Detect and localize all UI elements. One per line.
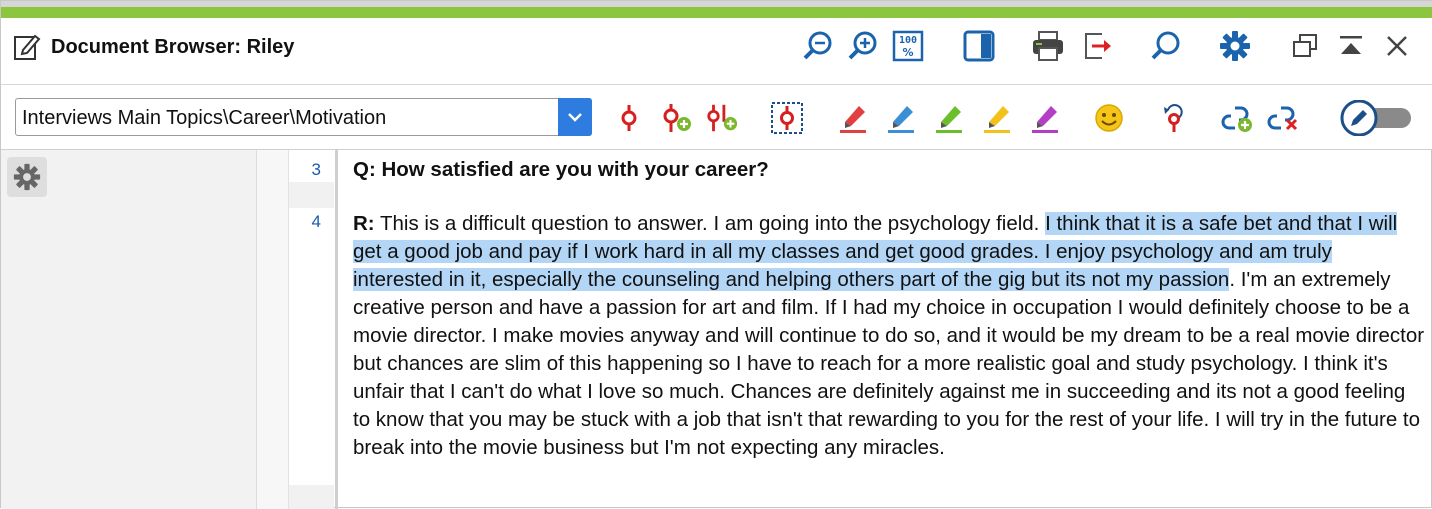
remove-link-icon[interactable] <box>1267 101 1301 135</box>
code-selector-dropdown[interactable]: Interviews Main Topics\Career\Motivation <box>15 98 592 136</box>
highlight-green-icon[interactable] <box>932 101 966 135</box>
settings-icon[interactable] <box>1217 28 1253 64</box>
collapse-icon[interactable] <box>1333 28 1369 64</box>
add-link-icon[interactable] <box>1221 101 1255 135</box>
document-color-bar <box>1 7 1432 18</box>
svg-text:100: 100 <box>899 35 917 46</box>
export-icon[interactable] <box>1080 28 1116 64</box>
undock-icon[interactable] <box>1287 28 1323 64</box>
paragraph-gap <box>289 182 334 208</box>
highlight-yellow-icon[interactable] <box>980 101 1014 135</box>
response-paragraph[interactable]: R: This is a difficult question to answe… <box>353 210 1425 462</box>
response-text-continued: . I'm an extremely creative person and h… <box>353 268 1425 459</box>
highlight-red-icon[interactable] <box>836 101 870 135</box>
paragraph-number: 3 <box>311 160 321 179</box>
highlight-blue-icon[interactable] <box>884 101 918 135</box>
paragraph-number: 4 <box>311 212 321 231</box>
undo-code-icon[interactable] <box>1157 101 1191 135</box>
chevron-down-icon[interactable] <box>558 98 592 136</box>
zoom-in-icon[interactable] <box>844 28 880 64</box>
document-edit-icon <box>13 32 41 62</box>
print-icon[interactable] <box>1030 28 1066 64</box>
code-stripe-panel <box>1 150 257 509</box>
close-icon[interactable] <box>1379 28 1415 64</box>
document-browser-window: Document Browser: Riley 100% Interviews … <box>0 0 1432 509</box>
code-in-vivo-icon[interactable] <box>770 101 804 135</box>
search-icon[interactable] <box>1147 28 1183 64</box>
code-selection-icon[interactable] <box>612 101 646 135</box>
code-selector-value: Interviews Main Topics\Career\Motivation <box>22 107 387 129</box>
memo-column <box>257 150 289 509</box>
gear-icon <box>13 163 41 191</box>
document-content-area: 3 4 Q: How satisfied are you with your c… <box>1 150 1432 509</box>
code-add-icon[interactable] <box>705 101 739 135</box>
question-paragraph[interactable]: Q: How satisfied are you with your caree… <box>353 158 769 182</box>
highlight-purple-icon[interactable] <box>1028 101 1062 135</box>
coding-toolbar: Interviews Main Topics\Career\Motivation <box>1 85 1432 150</box>
paragraph-gap <box>289 485 334 509</box>
code-new-code-icon[interactable] <box>659 101 693 135</box>
emoticode-icon[interactable] <box>1092 101 1126 135</box>
svg-text:%: % <box>902 46 913 59</box>
response-text: This is a difficult question to answer. … <box>374 212 1046 235</box>
window-title: Document Browser: Riley <box>51 36 295 58</box>
code-stripe-settings-button[interactable] <box>7 157 47 197</box>
edit-mode-toggle[interactable] <box>1339 100 1415 136</box>
column-divider <box>335 150 338 509</box>
zoom-out-icon[interactable] <box>799 28 835 64</box>
zoom-percent-icon[interactable]: 100% <box>890 28 926 64</box>
response-label: R: <box>353 212 375 235</box>
title-bar: Document Browser: Riley 100% <box>1 18 1432 85</box>
panel-toggle-icon[interactable] <box>961 28 997 64</box>
